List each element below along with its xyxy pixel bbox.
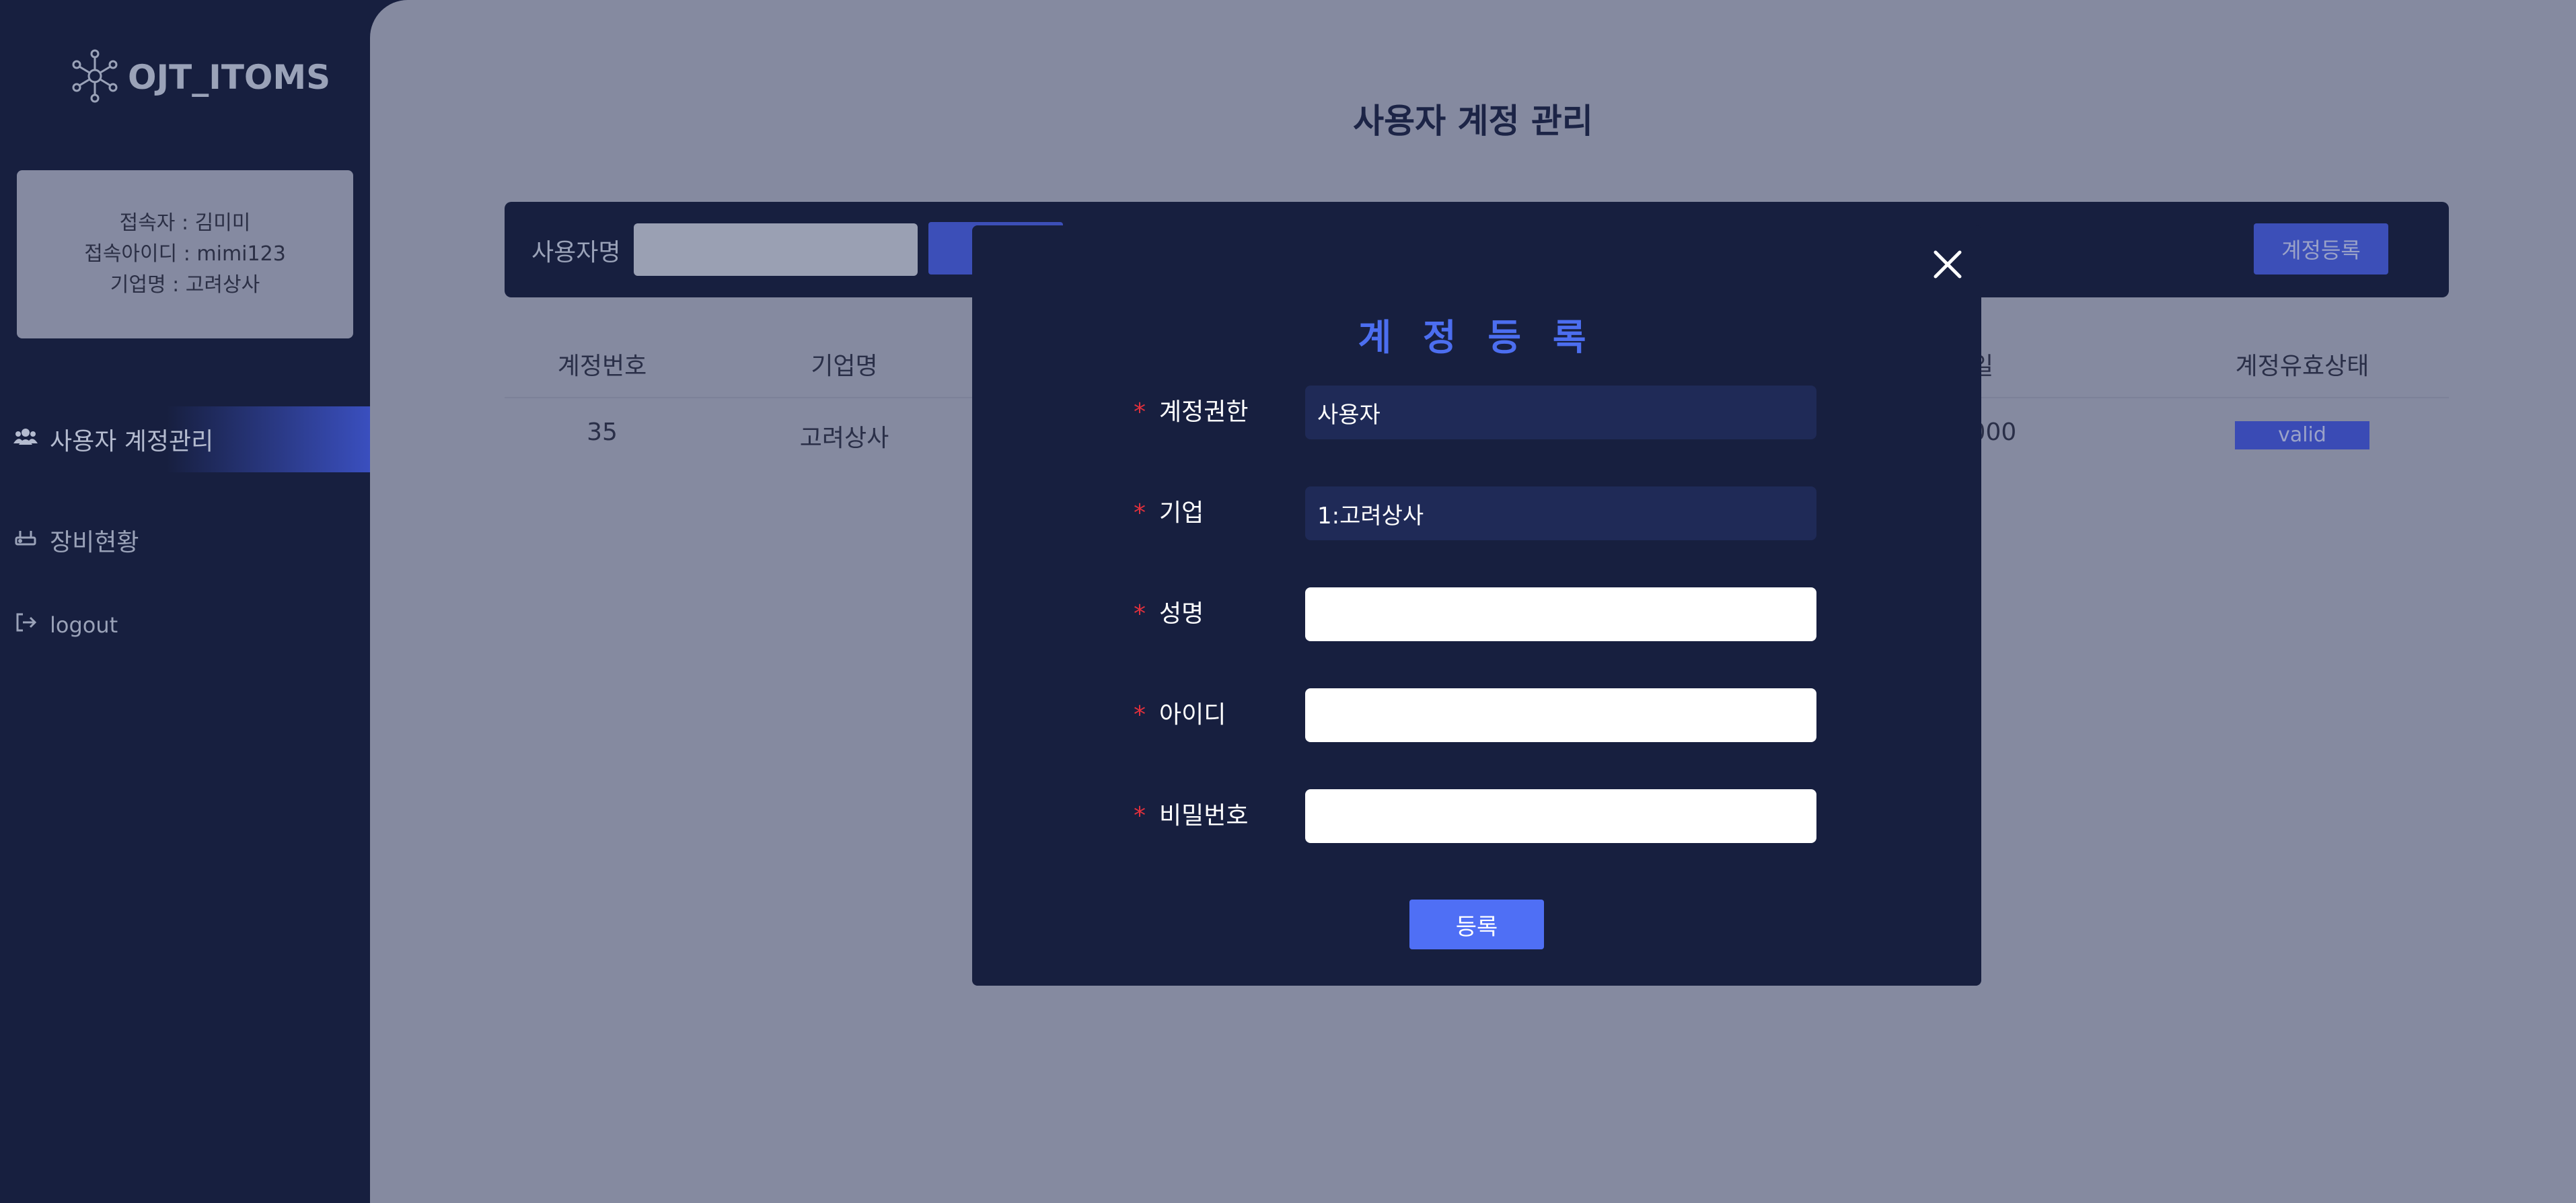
sidebar-item-user-accounts[interactable]: 사용자 계정관리 (0, 406, 370, 472)
sidebar-item-label: 장비현황 (50, 529, 139, 556)
id-input[interactable] (1305, 688, 1816, 742)
company-select[interactable]: 1:고려상사 (1305, 486, 1816, 540)
required-mark: * (1134, 499, 1146, 527)
logo[interactable]: OJT_ITOMS (67, 47, 330, 108)
required-mark: * (1134, 802, 1146, 830)
table-header-account-no: 계정번호 (557, 353, 647, 380)
page-title: 사용자 계정 관리 (1353, 102, 1593, 141)
sidebar-item-equipment[interactable]: 장비현황 (0, 507, 370, 573)
table-header-company: 기업명 (811, 353, 878, 380)
field-label-password: * 비밀번호 (1134, 802, 1249, 830)
sidebar: OJT_ITOMS 접속자 : 김미미 접속아이디 : mimi123 기업명 … (0, 0, 370, 1203)
user-company: 기업명 : 고려상사 (110, 273, 260, 297)
table-cell-account-no: 35 (587, 418, 618, 446)
network-icon (67, 48, 122, 106)
name-input[interactable] (1305, 587, 1816, 641)
field-label-name: * 성명 (1134, 600, 1204, 628)
field-label-id: * 아이디 (1134, 701, 1226, 729)
close-button[interactable] (1926, 244, 1969, 287)
router-icon (13, 525, 38, 556)
submit-button[interactable]: 등록 (1409, 900, 1544, 949)
required-mark: * (1134, 600, 1146, 628)
user-info-box: 접속자 : 김미미 접속아이디 : mimi123 기업명 : 고려상사 (17, 170, 353, 338)
required-mark: * (1134, 398, 1146, 426)
search-label: 사용자명 (531, 239, 621, 266)
users-icon (13, 425, 38, 455)
account-register-modal: 계 정 등 록 * 계정권한 사용자 * 기업 1:고려상사 * 성명 * 아이디 * 비… (972, 225, 1981, 986)
field-label-company: * 기업 (1134, 499, 1204, 527)
table-cell-company: 고려상사 (799, 425, 889, 452)
table-header-status: 계정유효상태 (2235, 353, 2369, 380)
user-name: 접속자 : 김미미 (119, 211, 251, 235)
modal-title: 계 정 등 록 (1358, 316, 1596, 359)
close-icon (1931, 248, 1964, 283)
status-badge[interactable]: valid (2235, 421, 2369, 449)
account-register-button[interactable]: 계정등록 (2254, 223, 2388, 275)
sidebar-item-label: logout (50, 612, 118, 638)
logo-text: OJT_ITOMS (128, 58, 331, 97)
password-input[interactable] (1305, 789, 1816, 843)
field-label-role: * 계정권한 (1134, 398, 1249, 426)
search-input[interactable] (634, 223, 918, 276)
user-id: 접속아이디 : mimi123 (84, 242, 286, 266)
logout-icon (13, 610, 38, 640)
sidebar-item-label: 사용자 계정관리 (50, 428, 214, 455)
role-select[interactable]: 사용자 (1305, 386, 1816, 439)
sidebar-item-logout[interactable]: logout (0, 592, 370, 658)
required-mark: * (1134, 701, 1146, 729)
